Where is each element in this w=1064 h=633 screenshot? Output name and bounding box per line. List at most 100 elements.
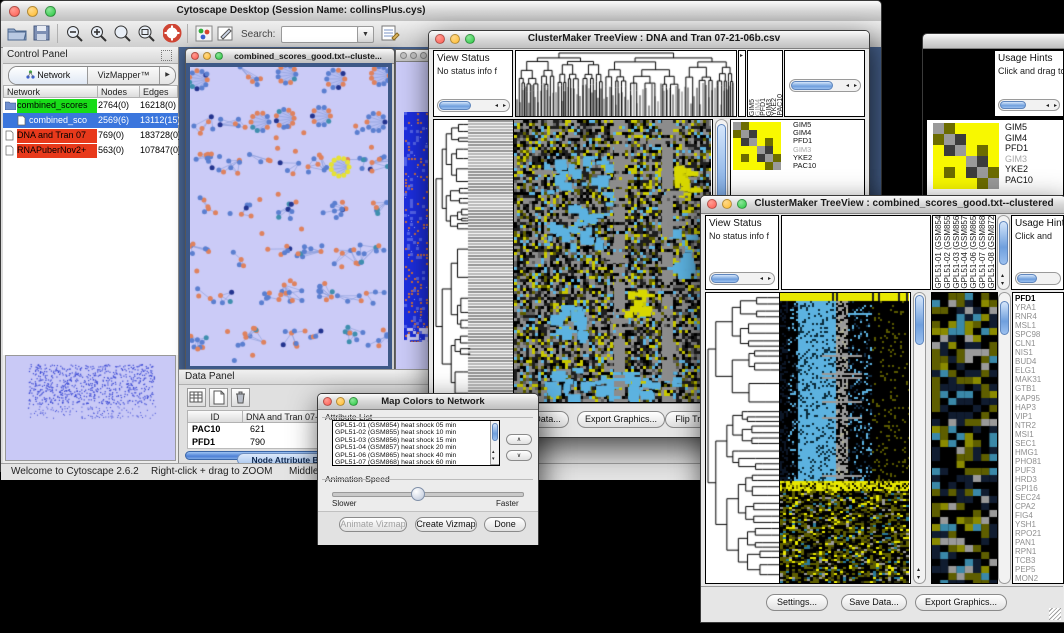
close-button[interactable] <box>323 397 332 406</box>
close-button[interactable] <box>707 199 717 209</box>
button-export-graphics[interactable]: Export Graphics... <box>915 594 1007 611</box>
usage-hints-scrollbar[interactable] <box>1015 272 1061 285</box>
tab-overflow-button[interactable]: ▶ <box>160 67 175 84</box>
filter-edit-icon[interactable] <box>381 25 400 47</box>
matrix-cell[interactable] <box>757 138 765 146</box>
data-column-id[interactable]: ID <box>187 410 243 423</box>
button-settings[interactable]: Settings... <box>766 594 828 611</box>
close-button[interactable] <box>435 34 445 44</box>
birdseye-view[interactable] <box>5 355 176 461</box>
minimize-button[interactable] <box>203 52 211 60</box>
help-ring-icon[interactable] <box>163 24 182 48</box>
matrix-cell[interactable] <box>988 145 999 156</box>
heatmap-vertical-scrollbar[interactable]: ▴▾ <box>913 292 926 584</box>
matrix-cell[interactable] <box>749 154 757 162</box>
matrix-cell[interactable] <box>944 123 955 134</box>
column-header-nodes[interactable]: Nodes <box>97 85 140 98</box>
matrix-cell[interactable] <box>749 122 757 130</box>
matrix-cell[interactable] <box>955 178 966 189</box>
matrix-cell[interactable] <box>977 167 988 178</box>
matrix-cell[interactable] <box>773 130 781 138</box>
global-heatmap-panel[interactable] <box>514 119 713 403</box>
network-list-row[interactable]: combined_scores2764(0)16218(0) <box>3 98 178 113</box>
matrix-cell[interactable] <box>757 154 765 162</box>
view-status-scrollbar[interactable]: ◂▸ <box>437 99 510 112</box>
matrix-cell[interactable] <box>966 167 977 178</box>
matrix-cell[interactable] <box>988 167 999 178</box>
matrix-cell[interactable] <box>933 123 944 134</box>
network-view-2-title-bar[interactable] <box>396 50 430 62</box>
matrix-cell[interactable] <box>977 145 988 156</box>
matrix-cell[interactable] <box>955 145 966 156</box>
animation-speed-slider-thumb[interactable] <box>411 487 425 501</box>
zoom-out-icon[interactable] <box>65 24 84 48</box>
maximize-button[interactable] <box>737 199 747 209</box>
annotation-icon[interactable] <box>217 25 235 47</box>
matrix-cell[interactable] <box>741 162 749 170</box>
column-header-edges[interactable]: Edges <box>139 85 178 98</box>
minimize-button[interactable] <box>450 34 460 44</box>
matrix-cell[interactable] <box>757 146 765 154</box>
matrix-cell[interactable] <box>757 122 765 130</box>
trash-icon[interactable] <box>231 388 250 407</box>
matrix-cell[interactable] <box>765 146 773 154</box>
matrix-cell[interactable] <box>733 122 741 130</box>
matrix-cell[interactable] <box>765 154 773 162</box>
matrix-cell[interactable] <box>749 138 757 146</box>
matrix-cell[interactable] <box>773 138 781 146</box>
matrix-cell[interactable] <box>773 122 781 130</box>
matrix-cell[interactable] <box>765 130 773 138</box>
matrix-cell[interactable] <box>988 134 999 145</box>
matrix-cell[interactable] <box>955 167 966 178</box>
network-graph-canvas[interactable] <box>190 67 388 366</box>
matrix-cell[interactable] <box>733 130 741 138</box>
attribute-list[interactable]: GPL51-01 (GSM854) heat shock 05 minGPL51… <box>332 420 500 466</box>
tab-vizmapper[interactable]: VizMapper™ <box>88 67 160 84</box>
move-down-button[interactable]: ∨ <box>506 450 532 461</box>
zoom-view-panel[interactable]: GIM5GIM4PFD1GIM3YKE2PAC10 <box>926 119 1064 196</box>
animation-speed-slider-track[interactable] <box>332 492 524 497</box>
matrix-cell[interactable] <box>933 145 944 156</box>
minimize-button[interactable] <box>410 52 417 59</box>
array-tree-panel[interactable] <box>515 50 737 117</box>
matrix-cell[interactable] <box>955 123 966 134</box>
close-button[interactable] <box>9 6 20 17</box>
matrix-cell[interactable] <box>757 130 765 138</box>
matrix-cell[interactable] <box>749 162 757 170</box>
zoom-array-scrollbar[interactable]: ◂▸ <box>789 79 861 92</box>
attribute-list-item[interactable]: GPL51-01 (GSM854) heat shock 05 min <box>335 422 499 429</box>
matrix-cell[interactable] <box>966 123 977 134</box>
matrix-cell[interactable] <box>944 145 955 156</box>
treeview2-title-bar[interactable]: ClusterMaker TreeView : combined_scores_… <box>701 196 1064 214</box>
usage-hints-scrollbar[interactable]: ◂▸ <box>998 99 1060 111</box>
array-labels-scrollbar[interactable]: ▴▾ <box>997 215 1010 290</box>
open-folder-icon[interactable] <box>7 25 27 46</box>
new-document-icon[interactable] <box>209 388 228 407</box>
maximize-button[interactable] <box>215 52 223 60</box>
network-list-row[interactable]: RNAPuberNov2+563(0)107847(0) <box>3 143 178 158</box>
search-input[interactable] <box>281 26 359 43</box>
vizmap-shortcut-icon[interactable] <box>195 25 213 47</box>
minimize-button[interactable] <box>336 397 345 406</box>
adjacency-matrix-canvas[interactable] <box>404 112 430 342</box>
treeview3-title-bar[interactable] <box>923 34 1064 49</box>
matrix-cell[interactable] <box>733 154 741 162</box>
matrix-cell[interactable] <box>977 156 988 167</box>
matrix-cell[interactable] <box>966 145 977 156</box>
zoom-heatmap-panel[interactable] <box>931 292 998 584</box>
button-save-data[interactable]: Save Data... <box>841 594 907 611</box>
matrix-cell[interactable] <box>773 162 781 170</box>
zoom-fit-icon[interactable] <box>113 24 132 48</box>
maximize-button[interactable] <box>420 52 427 59</box>
matrix-cell[interactable] <box>741 122 749 130</box>
matrix-cell[interactable] <box>757 162 765 170</box>
treeview1-title-bar[interactable]: ClusterMaker TreeView : DNA and Tran 07-… <box>429 31 869 49</box>
matrix-cell[interactable] <box>733 146 741 154</box>
column-header-network[interactable]: Network <box>3 85 98 98</box>
zoom-vertical-scrollbar[interactable] <box>998 292 1011 584</box>
minimize-button[interactable] <box>722 199 732 209</box>
search-dropdown-button[interactable]: ▼ <box>357 26 374 43</box>
matrix-cell[interactable] <box>765 162 773 170</box>
close-button[interactable] <box>400 52 407 59</box>
matrix-cell[interactable] <box>933 167 944 178</box>
